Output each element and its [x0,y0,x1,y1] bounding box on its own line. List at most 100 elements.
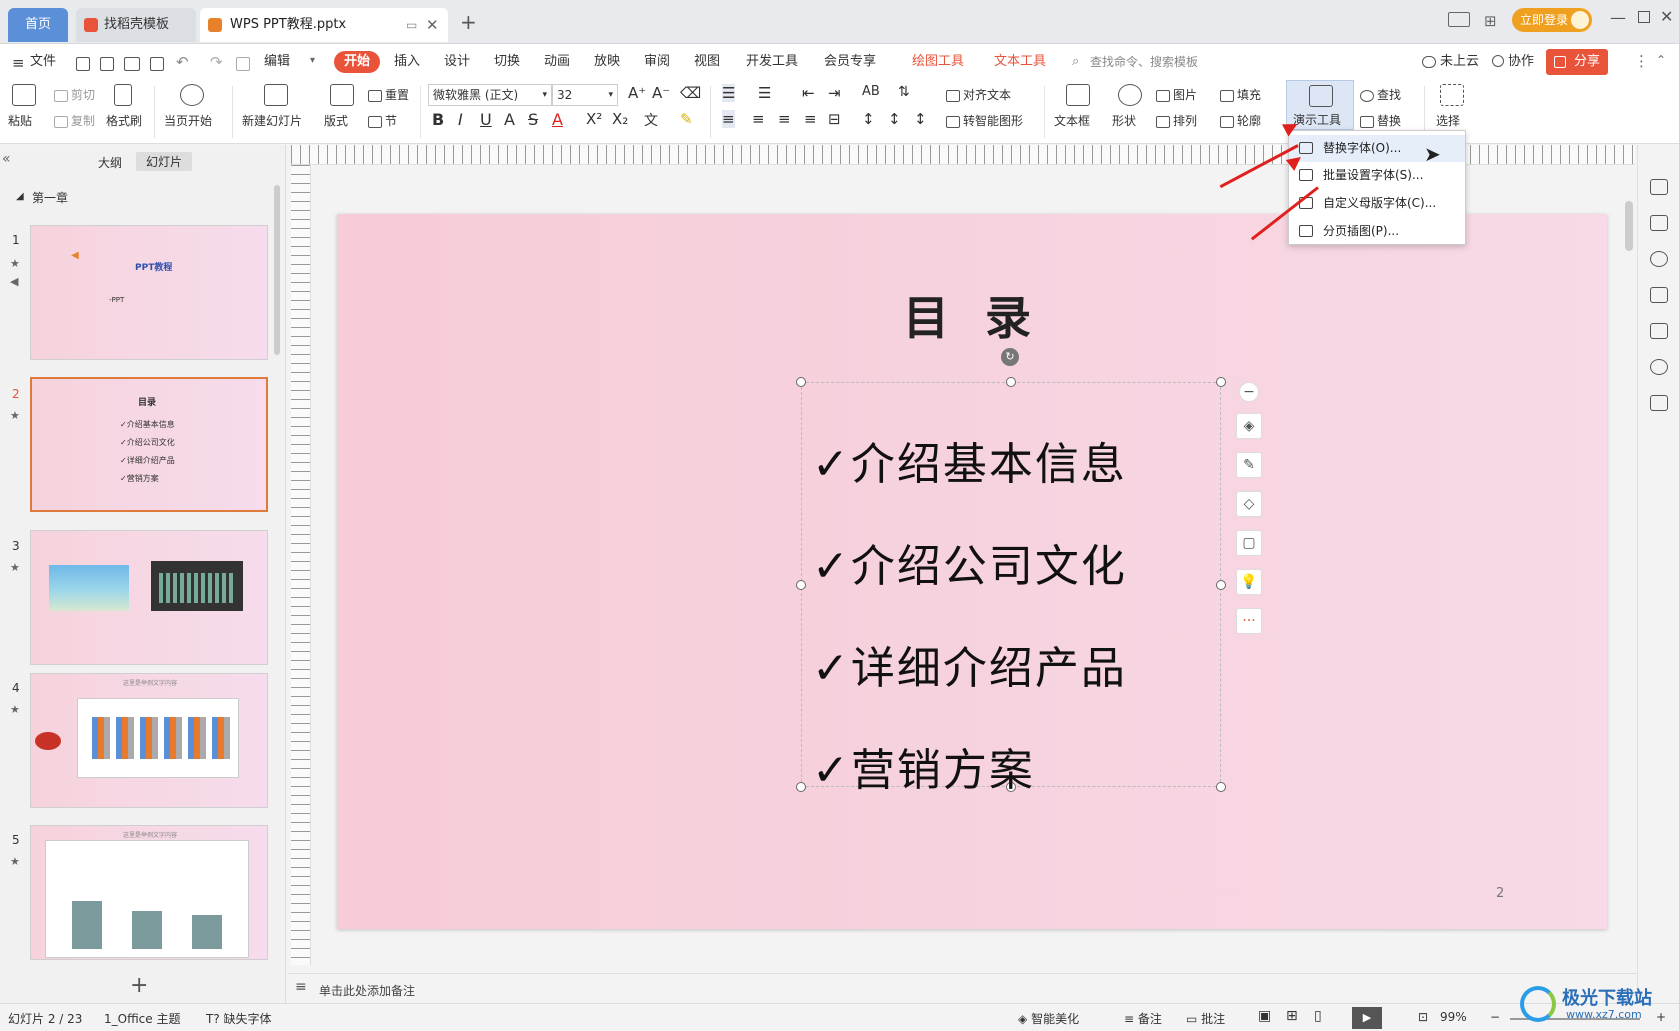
outline-button[interactable]: 轮廓 [1220,112,1261,129]
bullet-item[interactable]: ✓详细介绍产品 [812,632,1127,696]
bold-icon[interactable]: B [432,110,444,129]
text-box-button[interactable]: 文本框 [1054,112,1090,129]
new-slide-button[interactable]: 新建幻灯片 [242,112,302,129]
align-left-icon[interactable]: ≡ [722,110,735,128]
subscript-icon[interactable]: X₂ [612,110,628,128]
close-window-icon[interactable]: ✕ [1660,7,1673,26]
collapse-icon[interactable]: − [1239,382,1259,402]
save-icon[interactable] [76,57,90,71]
collapse-panel-icon[interactable]: « [2,151,11,167]
font-size-select[interactable]: 32 ▾ [552,84,618,106]
print-preview-icon[interactable] [150,57,164,71]
export-pdf-icon[interactable] [100,57,114,71]
resize-handle[interactable] [796,782,806,792]
chapter-label[interactable]: 第一章 [32,189,68,206]
bullet-item[interactable]: ✓营销方案 [812,734,1035,798]
tab-home[interactable]: 首页 [8,8,68,42]
chevron-down-icon[interactable]: ▾ [310,55,315,66]
collab-button[interactable]: 协作 [1508,51,1534,73]
share-button[interactable]: 分享 [1546,49,1608,75]
sort-icon[interactable]: ⇅ [898,84,910,100]
align-center-icon[interactable]: ≡ [752,110,765,128]
tab-template[interactable]: 找稻壳模板 [76,8,196,42]
settings-sliders-icon[interactable] [1650,215,1668,231]
slide-thumbnail-4[interactable]: 这里是举例文字内容 [30,673,268,808]
notes-bar[interactable]: ≡ 单击此处添加备注 [287,973,1637,1003]
menu-animation[interactable]: 动画 [544,51,570,73]
scrollbar[interactable] [274,185,280,355]
slides-tab[interactable]: 幻灯片 [136,152,193,171]
book-icon[interactable] [1650,395,1668,411]
outline-tab[interactable]: 大纲 [98,154,122,171]
sorter-view-icon[interactable]: ⊞ [1286,1008,1298,1024]
cloud-status[interactable]: 未上云 [1440,51,1479,73]
replace-button[interactable]: 替换 [1360,112,1401,129]
spacing-icon[interactable]: ↕ [914,110,927,128]
copy-button[interactable]: 复制 [54,112,95,129]
distribute-icon[interactable]: ⊟ [828,110,841,128]
shadow-icon[interactable]: A [504,110,515,129]
resize-handle[interactable] [796,580,806,590]
tab-document[interactable]: WPS PPT教程.pptx ▭ ✕ [200,8,448,42]
format-icon[interactable] [236,57,250,71]
section-button[interactable]: 节 [368,112,397,129]
comment-icon[interactable] [1650,287,1668,303]
collapse-ribbon-icon[interactable]: ⌃ [1656,53,1666,67]
menu-item-page-insert[interactable]: 分页插图(P)... [1289,218,1465,245]
bullet-item[interactable]: ✓介绍公司文化 [812,530,1127,594]
apps-grid-icon[interactable]: ⊞ [1484,12,1497,30]
normal-view-icon[interactable]: ▣ [1258,1008,1271,1024]
smart-shape-button[interactable]: 转智能图形 [946,112,1023,129]
menu-design[interactable]: 设计 [444,51,470,73]
chevron-down-icon[interactable]: ◢ [16,191,24,202]
missing-font-button[interactable]: T? 缺失字体 [206,1010,272,1027]
notes-placeholder[interactable]: 单击此处添加备注 [319,982,415,999]
from-current-button[interactable]: 当页开始 [164,112,212,129]
shrink-font-icon[interactable]: A⁻ [652,84,670,102]
fit-icon[interactable]: ⊡ [1418,1010,1428,1024]
login-button[interactable]: 立即登录 [1512,8,1592,32]
wand-icon[interactable] [1650,179,1668,195]
find-button[interactable]: 查找 [1360,86,1401,103]
resize-handle[interactable] [1006,377,1016,387]
underline-icon[interactable]: U [480,110,492,129]
menu-start[interactable]: 开始 [334,51,380,73]
slide-thumbnail-5[interactable]: 这里是举例文字内容 [30,825,268,960]
add-slide-icon[interactable]: + [130,973,148,998]
highlight-icon[interactable]: ✎ [680,110,693,128]
shape-button[interactable]: 形状 [1112,112,1136,129]
menu-edit[interactable]: 编辑 [264,51,290,73]
menu-switch[interactable]: 切换 [494,51,520,73]
cut-button[interactable]: 剪切 [54,86,95,103]
slide-thumbnail-3[interactable] [30,530,268,665]
resize-handle[interactable] [1216,580,1226,590]
menu-insert[interactable]: 插入 [394,51,420,73]
clear-format-icon[interactable]: ⌫ [680,84,701,102]
pen-icon[interactable]: ✎ [1236,452,1262,478]
zoom-out-icon[interactable]: − [1490,1010,1500,1024]
lightbulb-icon[interactable]: 💡 [1236,569,1262,595]
slide-title[interactable]: 目 录 [337,282,1607,348]
arrange-button[interactable]: 排列 [1156,112,1197,129]
resize-handle[interactable] [796,377,806,387]
pin-icon[interactable]: ▭ [406,8,417,42]
scrollbar[interactable] [1625,201,1633,251]
superscript-icon[interactable]: X² [586,110,602,128]
menu-text-tool[interactable]: 文本工具 [994,51,1046,73]
menu-file[interactable]: 文件 [30,51,56,73]
menu-member[interactable]: 会员专享 [824,51,876,73]
slide-thumbnail-1[interactable]: ◀ PPT教程 -PPT [30,225,268,360]
resize-handle[interactable] [1216,377,1226,387]
bullet-list-icon[interactable]: ☰ [722,84,736,102]
justify-icon[interactable]: ≡ [804,110,817,128]
paste-button[interactable]: 粘贴 [8,112,32,129]
frame-icon[interactable]: ▢ [1236,530,1262,556]
menu-dev[interactable]: 开发工具 [746,51,798,73]
play-slideshow-button[interactable]: ▶ [1352,1007,1382,1029]
layout-icon[interactable] [1448,12,1470,27]
minimize-icon[interactable]: — [1610,8,1626,27]
menu-review[interactable]: 审阅 [644,51,670,73]
italic-icon[interactable]: I [458,110,463,129]
grow-font-icon[interactable]: A⁺ [628,84,646,102]
fill-button[interactable]: 填充 [1220,86,1261,103]
